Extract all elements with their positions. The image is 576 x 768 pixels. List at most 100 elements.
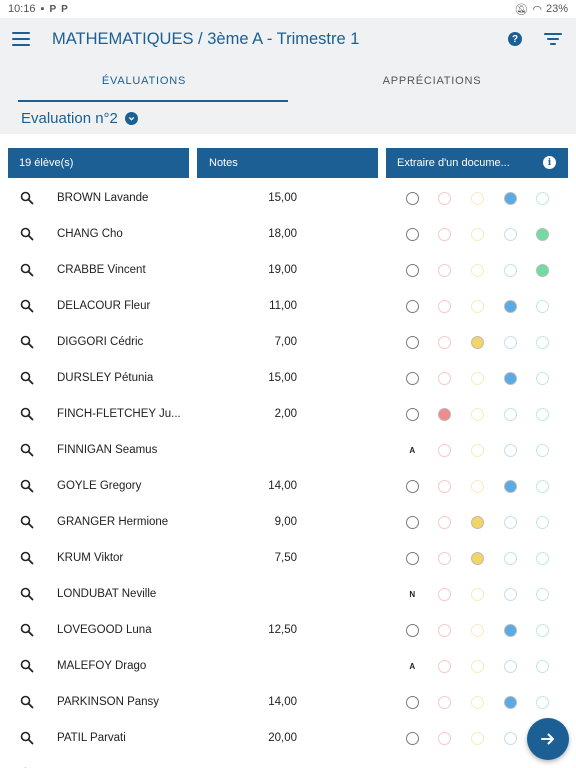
level-radio-3[interactable] [461, 479, 494, 493]
search-icon[interactable] [20, 407, 34, 421]
student-note[interactable]: 7,50 [197, 552, 297, 564]
absence-marker[interactable]: A [396, 660, 429, 673]
level-radio-2[interactable] [429, 263, 462, 277]
level-radio-5[interactable] [526, 623, 559, 637]
level-radio-1[interactable] [396, 515, 429, 529]
student-note[interactable]: 20,00 [197, 732, 297, 744]
level-radio-2[interactable] [429, 191, 462, 205]
level-radio-3[interactable] [461, 407, 494, 421]
level-radio-5[interactable] [526, 587, 559, 601]
header-extract[interactable]: Extraire d'un docume... i [386, 148, 568, 178]
level-radio-1[interactable] [396, 551, 429, 565]
search-icon[interactable] [20, 263, 34, 277]
level-radio-4[interactable] [494, 695, 527, 709]
level-radio-2[interactable] [429, 731, 462, 745]
level-radio-2[interactable] [429, 479, 462, 493]
level-radio-1[interactable] [396, 623, 429, 637]
level-radio-3[interactable] [461, 299, 494, 313]
tab-evaluations[interactable]: ÉVALUATIONS [0, 60, 288, 102]
level-radio-2[interactable] [429, 551, 462, 565]
search-icon[interactable] [20, 227, 34, 241]
level-radio-3[interactable] [461, 191, 494, 205]
level-radio-3[interactable] [461, 587, 494, 601]
search-icon[interactable] [20, 371, 34, 385]
level-radio-4[interactable] [494, 263, 527, 277]
header-students[interactable]: 19 élève(s) [8, 148, 189, 178]
level-radio-5[interactable] [526, 299, 559, 313]
level-radio-1[interactable] [396, 479, 429, 493]
level-radio-3[interactable] [461, 227, 494, 241]
level-radio-4[interactable] [494, 443, 527, 457]
menu-icon[interactable] [12, 32, 30, 46]
level-radio-2[interactable] [429, 227, 462, 241]
level-radio-2[interactable] [429, 299, 462, 313]
level-radio-1[interactable] [396, 191, 429, 205]
student-note[interactable]: 2,00 [197, 408, 297, 420]
search-icon[interactable] [20, 335, 34, 349]
level-radio-2[interactable] [429, 407, 462, 421]
header-notes[interactable]: Notes [197, 148, 378, 178]
level-radio-1[interactable] [396, 371, 429, 385]
level-radio-5[interactable] [526, 263, 559, 277]
search-icon[interactable] [20, 443, 34, 457]
student-note[interactable]: 14,00 [197, 480, 297, 492]
level-radio-5[interactable] [526, 371, 559, 385]
help-icon[interactable]: ? [508, 32, 522, 46]
student-note[interactable]: 15,00 [197, 372, 297, 384]
level-radio-1[interactable] [396, 227, 429, 241]
level-radio-3[interactable] [461, 695, 494, 709]
level-radio-3[interactable] [461, 335, 494, 349]
student-note[interactable]: 12,50 [197, 624, 297, 636]
level-radio-1[interactable] [396, 731, 429, 745]
search-icon[interactable] [20, 299, 34, 313]
search-icon[interactable] [20, 515, 34, 529]
level-radio-2[interactable] [429, 695, 462, 709]
search-icon[interactable] [20, 191, 34, 205]
level-radio-5[interactable] [526, 227, 559, 241]
level-radio-3[interactable] [461, 731, 494, 745]
level-radio-2[interactable] [429, 515, 462, 529]
level-radio-5[interactable] [526, 515, 559, 529]
level-radio-4[interactable] [494, 731, 527, 745]
level-radio-4[interactable] [494, 551, 527, 565]
level-radio-3[interactable] [461, 371, 494, 385]
student-note[interactable]: 7,00 [197, 336, 297, 348]
info-icon[interactable]: i [543, 156, 556, 169]
level-radio-2[interactable] [429, 659, 462, 673]
level-radio-5[interactable] [526, 695, 559, 709]
level-radio-5[interactable] [526, 479, 559, 493]
absence-marker[interactable]: A [396, 444, 429, 457]
level-radio-4[interactable] [494, 335, 527, 349]
search-icon[interactable] [20, 623, 34, 637]
search-icon[interactable] [20, 695, 34, 709]
level-radio-4[interactable] [494, 587, 527, 601]
level-radio-4[interactable] [494, 623, 527, 637]
absence-marker[interactable]: N [396, 588, 429, 601]
level-radio-1[interactable] [396, 299, 429, 313]
level-radio-1[interactable] [396, 407, 429, 421]
level-radio-4[interactable] [494, 479, 527, 493]
level-radio-5[interactable] [526, 659, 559, 673]
level-radio-1[interactable] [396, 695, 429, 709]
student-note[interactable]: 11,00 [197, 300, 297, 312]
level-radio-2[interactable] [429, 587, 462, 601]
student-note[interactable]: 15,00 [197, 192, 297, 204]
level-radio-1[interactable] [396, 263, 429, 277]
student-note[interactable]: 19,00 [197, 264, 297, 276]
level-radio-5[interactable] [526, 551, 559, 565]
search-icon[interactable] [20, 479, 34, 493]
level-radio-1[interactable] [396, 335, 429, 349]
level-radio-2[interactable] [429, 335, 462, 349]
search-icon[interactable] [20, 731, 34, 745]
level-radio-5[interactable] [526, 191, 559, 205]
student-note[interactable]: 18,00 [197, 228, 297, 240]
level-radio-2[interactable] [429, 623, 462, 637]
student-note[interactable]: 14,00 [197, 696, 297, 708]
level-radio-4[interactable] [494, 227, 527, 241]
chevron-down-icon[interactable] [124, 111, 138, 125]
search-icon[interactable] [20, 551, 34, 565]
level-radio-4[interactable] [494, 515, 527, 529]
level-radio-3[interactable] [461, 443, 494, 457]
level-radio-3[interactable] [461, 623, 494, 637]
level-radio-3[interactable] [461, 551, 494, 565]
